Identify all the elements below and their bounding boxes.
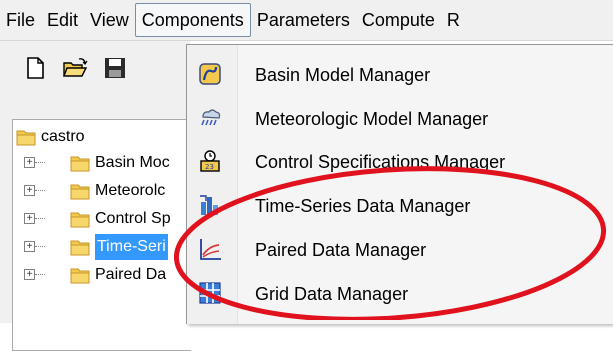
svg-text:23: 23 (205, 163, 214, 171)
open-folder-icon[interactable] (62, 55, 88, 81)
tree-item-label: Meteorolc (95, 182, 166, 199)
components-dropdown-menu: Basin Model Manager Meteorologic Model M… (186, 44, 613, 324)
basin-model-icon (199, 63, 221, 85)
menu-item-label: Grid Data Manager (255, 284, 409, 304)
expand-icon[interactable]: + (24, 241, 35, 252)
folder-icon (70, 156, 90, 172)
app-window: File Edit View Components Parameters Com… (0, 0, 613, 351)
menu-bar: File Edit View Components Parameters Com… (0, 0, 613, 41)
watershed-explorer-tree: castro + Basin Moc + Meteorolc + Control… (12, 119, 191, 351)
menu-file[interactable]: File (0, 3, 41, 37)
folder-icon (16, 130, 36, 146)
new-file-icon[interactable] (22, 55, 48, 81)
menu-parameters[interactable]: Parameters (251, 3, 356, 37)
menu-item-label: Paired Data Manager (255, 240, 427, 260)
folder-icon (70, 240, 90, 256)
tree-item-control[interactable]: + Control Sp (13, 206, 191, 232)
menu-item-time-series-data-manager[interactable]: Time-Series Data Manager (187, 186, 613, 226)
toolbar (22, 55, 128, 81)
grid-data-icon (199, 282, 221, 304)
left-panel: castro + Basin Moc + Meteorolc + Control… (0, 41, 191, 351)
tree-item-paired[interactable]: + Paired Da (13, 262, 191, 288)
menu-item-basin-model-manager[interactable]: Basin Model Manager (187, 55, 613, 95)
tree-root[interactable]: castro (13, 124, 191, 150)
save-disk-icon[interactable] (102, 55, 128, 81)
tree-item-label: Control Sp (95, 210, 171, 227)
menu-view[interactable]: View (84, 3, 135, 37)
menu-item-label: Meteorologic Model Manager (255, 109, 489, 129)
tree-item-meteorologic[interactable]: + Meteorolc (13, 178, 191, 204)
menu-item-control-specifications-manager[interactable]: 23 Control Specifications Manager (187, 142, 613, 182)
tree-item-label-selected: Time-Seri (95, 234, 168, 260)
meteorologic-icon (201, 109, 221, 126)
menu-components[interactable]: Components (134, 3, 251, 37)
menu-item-paired-data-manager[interactable]: Paired Data Manager (187, 230, 613, 270)
control-spec-icon: 23 (200, 150, 220, 172)
expand-icon[interactable]: + (24, 185, 35, 196)
folder-icon (70, 184, 90, 200)
time-series-icon (200, 195, 218, 215)
menu-item-grid-data-manager[interactable]: Grid Data Manager (187, 274, 613, 314)
menu-truncated[interactable]: R (441, 3, 466, 37)
tree-root-label: castro (41, 128, 85, 145)
expand-icon[interactable]: + (24, 269, 35, 280)
menu-item-label: Control Specifications Manager (255, 152, 506, 172)
menu-compute[interactable]: Compute (356, 3, 441, 37)
paired-data-icon (200, 239, 221, 260)
folder-icon (70, 268, 90, 284)
menu-item-meteorologic-model-manager[interactable]: Meteorologic Model Manager (187, 99, 613, 139)
menu-item-label: Time-Series Data Manager (255, 196, 471, 216)
tree-item-basin[interactable]: + Basin Moc (13, 150, 191, 176)
menu-item-label: Basin Model Manager (255, 65, 431, 85)
tree-item-label: Paired Da (95, 266, 167, 283)
menu-edit[interactable]: Edit (41, 3, 84, 37)
folder-icon (70, 212, 90, 228)
expand-icon[interactable]: + (24, 213, 35, 224)
tree-item-time-series[interactable]: + Time-Seri (13, 234, 191, 260)
expand-icon[interactable]: + (24, 157, 35, 168)
tree-item-label: Basin Moc (95, 154, 170, 171)
